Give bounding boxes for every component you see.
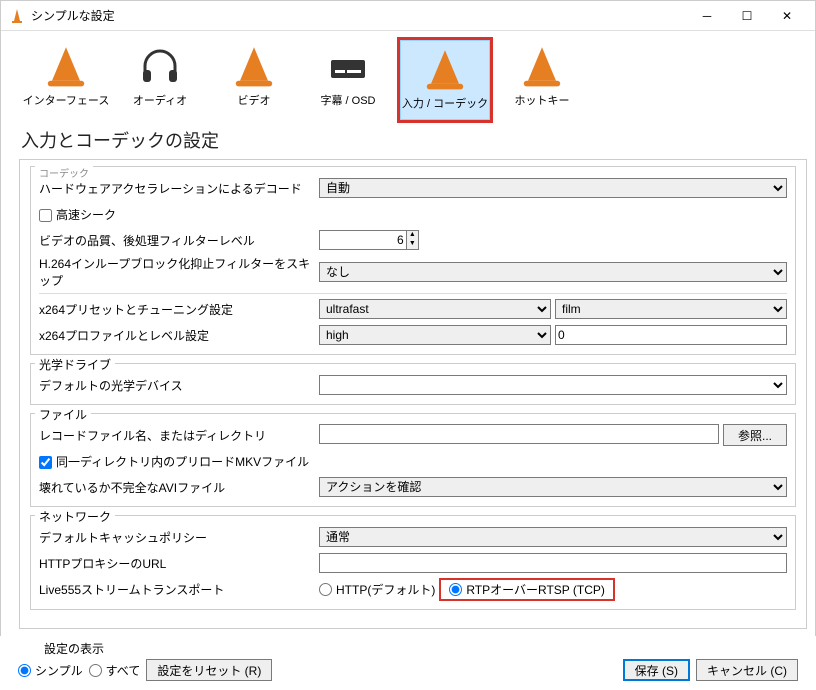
preload-mkv-label[interactable]: 同一ディレクトリ内のプリロードMKVファイル [39,453,309,470]
window-title: シンプルな設定 [31,7,687,24]
live555-rtsp-radio-label[interactable]: RTPオーバーRTSP (TCP) [449,581,605,598]
avi-action-select[interactable]: アクションを確認 [319,477,787,497]
tab-video[interactable]: ビデオ [209,37,299,117]
quality-input[interactable] [319,230,407,250]
tab-interface-label: インターフェース [23,92,110,108]
x264-profile-label: x264プロファイルとレベル設定 [39,327,319,344]
live555-http-radio[interactable] [319,583,332,596]
settings-scroll-area[interactable]: コーデック ハードウェアアクセラレーションによるデコード 自動 高速シーク ビデ… [19,159,807,629]
headphones-icon [139,46,181,88]
fastseek-checkbox[interactable] [39,209,52,222]
group-codec: コーデック ハードウェアアクセラレーションによるデコード 自動 高速シーク ビデ… [30,166,796,355]
group-optical-legend: 光学ドライブ [35,356,115,373]
tab-hotkeys[interactable]: ホットキー [497,37,587,117]
x264-preset-select[interactable]: ultrafast [319,299,551,319]
h264-skip-label: H.264インループブロック化抑止フィルターをスキップ [39,255,319,289]
preload-mkv-checkbox[interactable] [39,456,52,469]
show-all-radio-label[interactable]: すべて [89,662,141,679]
h264-skip-select[interactable]: なし [319,262,787,282]
group-file-legend: ファイル [35,406,91,423]
hw-decode-label: ハードウェアアクセラレーションによるデコード [39,180,319,197]
hw-decode-select[interactable]: 自動 [319,178,787,198]
record-path-input[interactable] [319,424,719,444]
page-heading: 入力とコーデックの設定 [1,123,815,159]
group-codec-legend: コーデック [35,165,93,180]
cache-policy-select[interactable]: 通常 [319,527,787,547]
group-file: ファイル レコードファイル名、またはディレクトリ 参照... 同一ディレクトリ内… [30,413,796,507]
record-path-label: レコードファイル名、またはディレクトリ [39,427,319,444]
reset-button[interactable]: 設定をリセット (R) [146,659,272,681]
avi-label: 壊れているか不完全なAVIファイル [39,479,319,496]
show-settings-label: 設定の表示 [44,640,798,657]
cancel-button[interactable]: キャンセル (C) [696,659,798,681]
save-button[interactable]: 保存 (S) [623,659,690,681]
minimize-button[interactable]: ─ [687,6,727,26]
live555-http-radio-label[interactable]: HTTP(デフォルト) [319,581,435,598]
tab-audio-label: オーディオ [133,92,187,108]
tab-audio[interactable]: オーディオ [115,37,205,117]
bottom-bar: 設定の表示 シンプル すべて 設定をリセット (R) 保存 (S) キャンセル … [0,636,816,690]
group-network-legend: ネットワーク [35,508,115,525]
vlc-icon [9,8,25,24]
http-proxy-input[interactable] [319,553,787,573]
optical-default-label: デフォルトの光学デバイス [39,377,319,394]
close-button[interactable]: ✕ [767,6,807,26]
tab-hotkeys-label: ホットキー [515,92,570,108]
x264-level-input[interactable] [555,325,787,345]
quality-spinner[interactable]: ▲▼ [407,230,419,250]
live555-rtsp-highlight: RTPオーバーRTSP (TCP) [439,578,615,601]
fastseek-checkbox-label[interactable]: 高速シーク [39,206,116,223]
show-simple-radio-label[interactable]: シンプル [18,662,83,679]
tab-subtitle[interactable]: 字幕 / OSD [303,37,393,117]
live555-rtsp-radio[interactable] [449,583,462,596]
show-simple-radio[interactable] [18,664,31,677]
tab-input-codec-highlight: 入力 / コーデック [397,37,493,123]
x264-preset-label: x264プリセットとチューニング設定 [39,301,319,318]
tab-input-codec[interactable]: 入力 / コーデック [400,40,490,120]
browse-button[interactable]: 参照... [723,424,787,446]
maximize-button[interactable]: ☐ [727,6,767,26]
category-tabs: インターフェース オーディオ ビデオ 字幕 / OSD 入力 / コーデック ホ… [1,31,815,123]
tab-video-label: ビデオ [238,92,271,108]
tab-input-codec-label: 入力 / コーデック [402,95,488,111]
live555-label: Live555ストリームトランスポート [39,581,319,598]
quality-label: ビデオの品質、後処理フィルターレベル [39,232,319,249]
show-all-radio[interactable] [89,664,102,677]
subtitle-icon [327,46,369,88]
titlebar: シンプルな設定 ─ ☐ ✕ [1,1,815,31]
tab-subtitle-label: 字幕 / OSD [320,92,375,108]
tab-interface[interactable]: インターフェース [21,37,111,117]
optical-default-select[interactable] [319,375,787,395]
cache-policy-label: デフォルトキャッシュポリシー [39,529,319,546]
group-optical: 光学ドライブ デフォルトの光学デバイス [30,363,796,405]
x264-tune-select[interactable]: film [555,299,787,319]
http-proxy-label: HTTPプロキシーのURL [39,555,319,572]
x264-profile-select[interactable]: high [319,325,551,345]
group-network: ネットワーク デフォルトキャッシュポリシー 通常 HTTPプロキシーのURL L… [30,515,796,610]
